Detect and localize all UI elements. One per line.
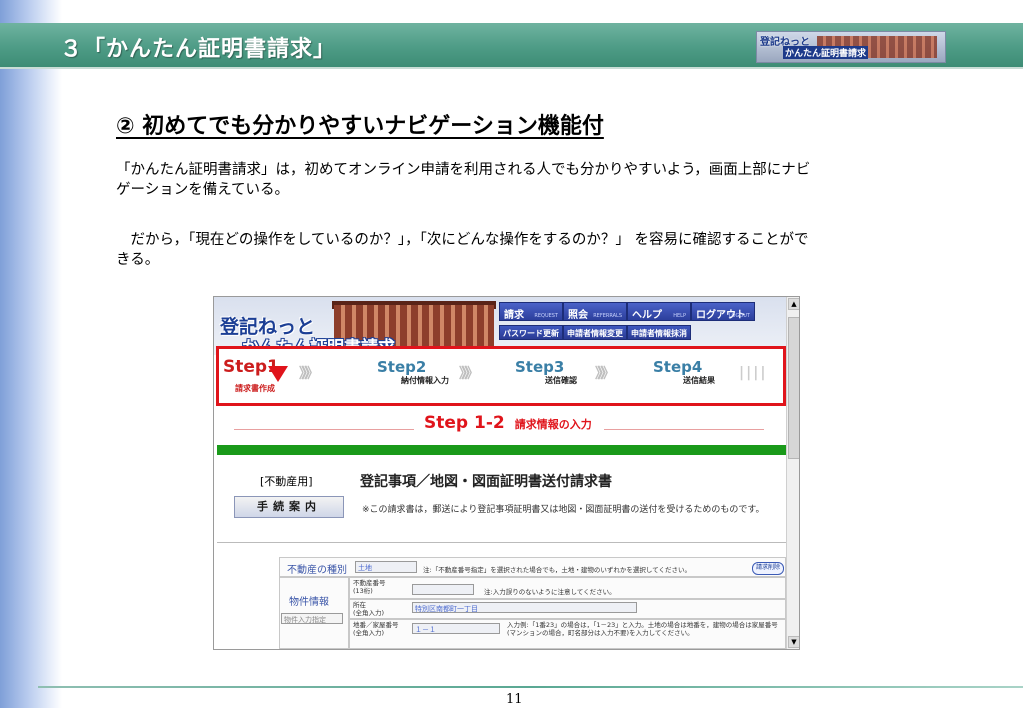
scroll-up-icon[interactable]: ▲: [788, 298, 799, 310]
location-input[interactable]: 特別区南都町一丁目: [412, 602, 637, 613]
step-heading-number: Step 1-2: [424, 413, 505, 433]
slide-header-bar: ３「かんたん証明書請求」 登記ねっと かんたん証明書請求: [0, 23, 1023, 69]
step-navigation-highlight: Step1 請求書作成 》》》 Step2 納付情報入力 》》》 Step3 送…: [216, 346, 786, 406]
step-heading-line-left: [234, 429, 414, 430]
clear-request-button[interactable]: 請求削除: [752, 562, 784, 575]
touki-net-logo: 登記ねっと かんたん証明書請求: [756, 31, 946, 63]
prop-type-select[interactable]: 土地: [355, 561, 417, 573]
footer-line: [38, 686, 1023, 688]
prop-type-note: 注:「不動産番号指定」を選択された場合でも，土地・建物のいずれかを選択してくださ…: [423, 566, 692, 574]
step-3-name: Step3: [515, 358, 565, 376]
request-form: 不動産の種別 土地 注:「不動産番号指定」を選択された場合でも，土地・建物のいず…: [279, 557, 786, 649]
applicant-info-change-button[interactable]: 申請者情報変更: [563, 325, 627, 340]
step-4-desc: 送信結果: [683, 376, 715, 385]
left-gradient-decoration: [0, 0, 62, 708]
lot-no-input[interactable]: １－１: [412, 623, 500, 634]
separator-line: [217, 542, 786, 543]
step-4: Step4 送信結果: [653, 357, 715, 385]
step-heading: Step 1-2 請求情報の入力: [424, 413, 592, 433]
step-heading-title: 請求情報の入力: [514, 418, 592, 431]
realestate-no-note: 注:入力誤りのないように注意してください。: [484, 588, 616, 596]
document-type: [不動産用]: [260, 475, 313, 488]
step-3-desc: 送信確認: [545, 376, 577, 385]
step-arrow-icon: 》》》: [459, 366, 479, 382]
nav-logout-button[interactable]: ログアウト LOGOUT: [691, 302, 755, 321]
nav-help-button[interactable]: ヘルプ HELP: [627, 302, 691, 321]
section-subtitle: ② 初めてでも分かりやすいナビゲーション機能付: [116, 114, 604, 139]
lot-no-note: 入力例:「1番23」の場合は，「1－23」と入力。土地の場合は地番を，建物の場合…: [507, 621, 778, 637]
applicant-info-delete-button[interactable]: 申請者情報抹消: [627, 325, 691, 340]
lot-no-label: 地番／家屋番号 (全角入力): [353, 621, 399, 637]
step-heading-line-right: [604, 429, 764, 430]
realestate-no-input[interactable]: [412, 584, 474, 595]
page-number: 11: [506, 692, 523, 707]
step-2-desc: 納付情報入力: [401, 376, 449, 385]
document-title: 登記事項／地図・図面証明書送付請求書: [360, 474, 612, 490]
step-4-name: Step4: [653, 358, 703, 376]
step-1-desc: 請求書作成: [235, 384, 275, 393]
paragraph-2: だから，「現在どの操作をしているのか？」，「次にどんな操作をするのか？」 を容易…: [116, 232, 809, 268]
vertical-scrollbar[interactable]: ▲ ▼: [786, 297, 799, 649]
step-2: Step2 納付情報入力: [377, 357, 449, 385]
procedure-guide-button[interactable]: 手続案内: [234, 496, 344, 518]
password-update-button[interactable]: パスワード更新: [499, 325, 563, 340]
nav-referrals-button[interactable]: 照会 REFERRALS: [563, 302, 627, 321]
green-divider: [217, 445, 786, 455]
step-arrow-icon: 》》》: [299, 366, 319, 382]
step-3: Step3 送信確認: [515, 357, 577, 385]
prop-type-label: 不動産の種別: [287, 565, 347, 576]
nav-request-button[interactable]: 請求 REQUEST: [499, 302, 563, 321]
property-info-label: 物件情報: [289, 597, 329, 608]
current-step-marker-icon: [268, 366, 288, 382]
property-input-method-select[interactable]: 物件入力指定: [281, 613, 343, 624]
step-2-name: Step2: [377, 358, 427, 376]
step-end-bars: ||||: [739, 365, 768, 381]
paragraph-1: 「かんたん証明書請求」は，初めてオンライン申請を利用される人でも分かりやすいよう…: [116, 162, 811, 198]
location-label: 所在 (全角入力): [353, 601, 385, 617]
realestate-no-label: 不動産番号 (13桁): [353, 579, 386, 595]
embedded-screenshot: 登記ねっと かんたん証明書請求 請求REQUEST 照会REFERRALS ヘル…: [213, 296, 800, 650]
scroll-down-icon[interactable]: ▼: [788, 636, 799, 648]
slide-title: ３「かんたん証明書請求」: [60, 37, 337, 62]
document-note: ※この請求書は，郵送により登記事項証明書又は地図・図面証明書の送付を受けるための…: [362, 505, 765, 515]
scroll-thumb[interactable]: [788, 317, 799, 459]
step-arrow-icon: 》》》: [595, 366, 615, 382]
logo-text-2: かんたん証明書請求: [783, 46, 869, 59]
